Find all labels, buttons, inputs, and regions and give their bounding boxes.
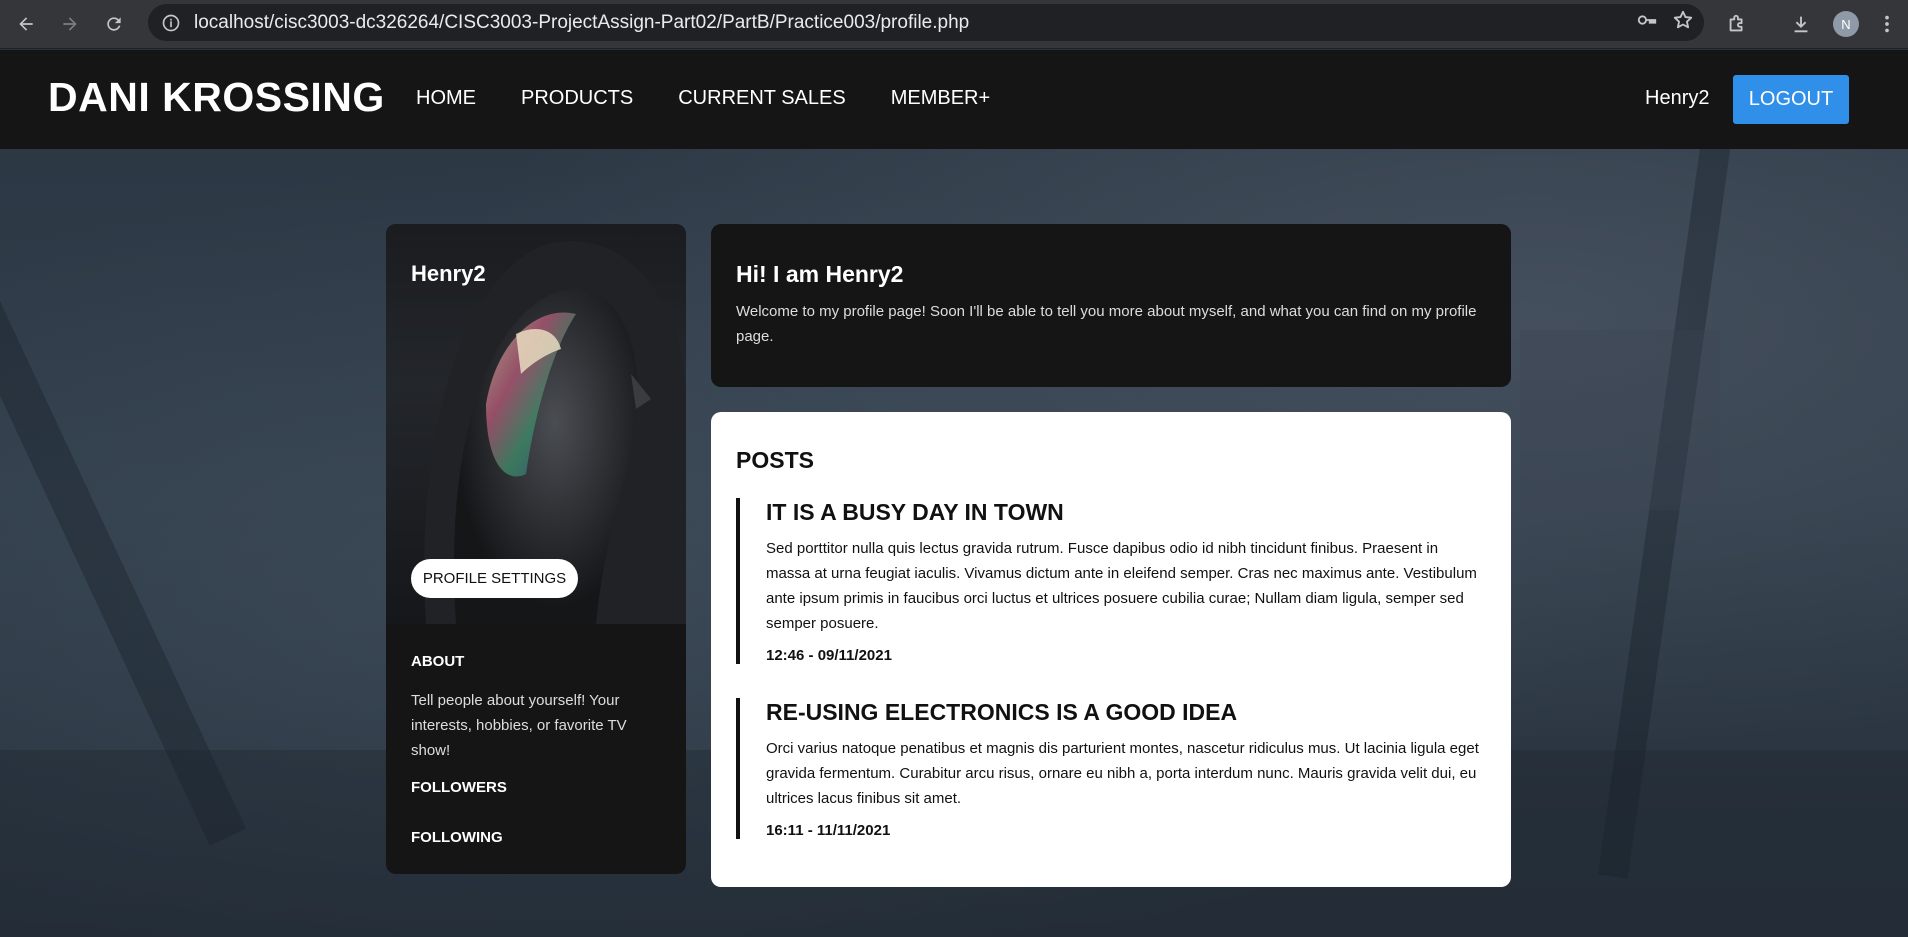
extensions-icon[interactable]: [1722, 9, 1752, 39]
nav-current-sales[interactable]: CURRENT SALES: [678, 87, 845, 110]
profile-initial: N: [1833, 11, 1859, 37]
sidebar-username: Henry2: [411, 261, 486, 286]
post-date: 16:11 - 11/11/2021: [766, 822, 891, 839]
back-icon[interactable]: [8, 6, 44, 42]
post-title: IT IS A BUSY DAY IN TOWN: [766, 499, 1064, 525]
site-header: DANI KROSSING HOME PRODUCTS CURRENT SALE…: [0, 50, 1908, 149]
nav-home[interactable]: HOME: [416, 87, 476, 110]
key-icon[interactable]: [1636, 9, 1658, 36]
following-heading[interactable]: FOLLOWING: [411, 829, 503, 846]
nav-products[interactable]: PRODUCTS: [521, 87, 633, 110]
menu-dots-icon[interactable]: [1872, 9, 1902, 39]
about-text: Tell people about yourself! Your interes…: [411, 692, 627, 759]
reload-icon[interactable]: [96, 6, 132, 42]
nav-member-plus[interactable]: MEMBER+: [891, 87, 990, 110]
post-body: Orci varius natoque penatibus et magnis …: [766, 740, 1479, 807]
main-nav: HOME PRODUCTS CURRENT SALES MEMBER+: [416, 87, 990, 110]
posts-card: POSTS IT IS A BUSY DAY IN TOWN Sed portt…: [711, 412, 1511, 887]
address-bar[interactable]: localhost/cisc3003-dc326264/CISC3003-Pro…: [148, 4, 1704, 41]
logout-button[interactable]: LOGOUT: [1733, 75, 1849, 124]
post-item: RE-USING ELECTRONICS IS A GOOD IDEA Orci…: [736, 698, 1486, 839]
profile-settings-button[interactable]: PROFILE SETTINGS: [411, 559, 578, 598]
header-username[interactable]: Henry2: [1645, 87, 1709, 110]
posts-title: POSTS: [736, 447, 814, 473]
browser-toolbar: localhost/cisc3003-dc326264/CISC3003-Pro…: [0, 0, 1908, 49]
forward-icon[interactable]: [52, 6, 88, 42]
profile-sidebar: Henry2 PROFILE SETTINGS ABOUT Tell peopl…: [386, 224, 686, 874]
intro-card: Hi! I am Henry2 Welcome to my profile pa…: [711, 224, 1511, 387]
bookmark-star-icon[interactable]: [1672, 9, 1694, 36]
url-text[interactable]: localhost/cisc3003-dc326264/CISC3003-Pro…: [194, 12, 969, 34]
download-icon[interactable]: [1786, 9, 1816, 39]
post-item: IT IS A BUSY DAY IN TOWN Sed porttitor n…: [736, 498, 1486, 664]
post-body: Sed porttitor nulla quis lectus gravida …: [766, 540, 1477, 632]
post-date: 12:46 - 09/11/2021: [766, 647, 892, 664]
post-title: RE-USING ELECTRONICS IS A GOOD IDEA: [766, 699, 1238, 725]
profile-avatar[interactable]: N: [1831, 9, 1861, 39]
followers-heading[interactable]: FOLLOWERS: [411, 779, 507, 796]
site-info-icon[interactable]: [156, 8, 186, 38]
intro-heading: Hi! I am Henry2: [736, 261, 904, 287]
about-heading: ABOUT: [411, 653, 465, 670]
site-logo[interactable]: DANI KROSSING: [48, 74, 385, 121]
intro-text: Welcome to my profile page! Soon I'll be…: [736, 303, 1477, 345]
